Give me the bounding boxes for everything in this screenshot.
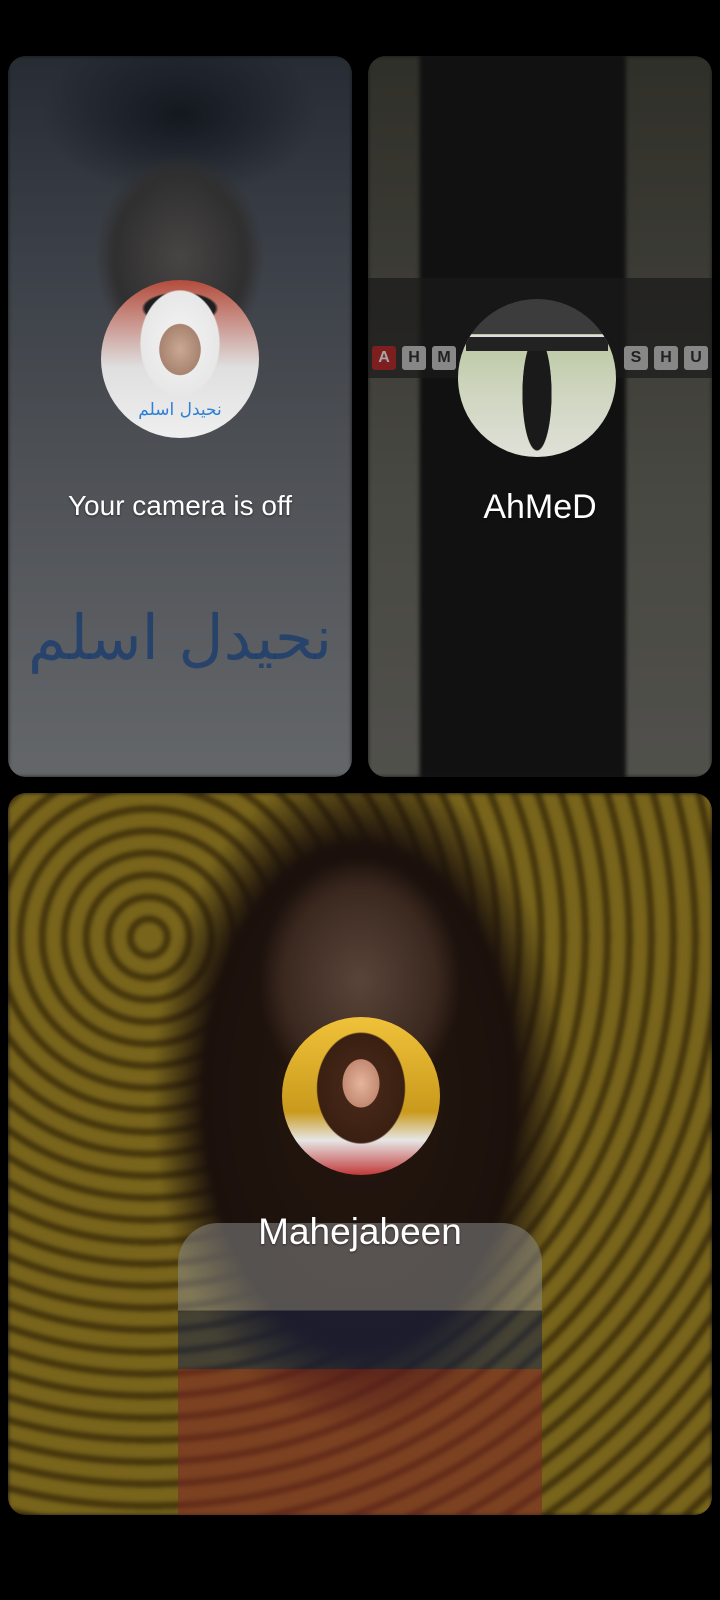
ahmed-avatar-banner — [466, 335, 608, 351]
self-status-label: Your camera is off — [67, 490, 293, 521]
self-avatar-caption: نحیدل اسلم — [138, 400, 222, 420]
participant-tile-self[interactable]: نحیدل اسلم نحیدل اسلم Your camera is off — [8, 56, 352, 777]
participant-tile-mahejabeen[interactable]: Mahejabeen — [8, 793, 712, 1515]
mahejabeen-name-label: Mahejabeen — [258, 1211, 462, 1252]
group-video-call-screen: نحیدل اسلم نحیدل اسلم Your camera is off… — [0, 0, 720, 1600]
ahmed-name-label: AhMeD — [483, 488, 597, 526]
ahmed-avatar — [458, 299, 616, 457]
participant-tile-ahmed[interactable]: A H M S H U AhMeD — [368, 56, 712, 777]
self-avatar: نحیدل اسلم — [101, 280, 259, 438]
mahejabeen-avatar — [282, 1017, 440, 1175]
